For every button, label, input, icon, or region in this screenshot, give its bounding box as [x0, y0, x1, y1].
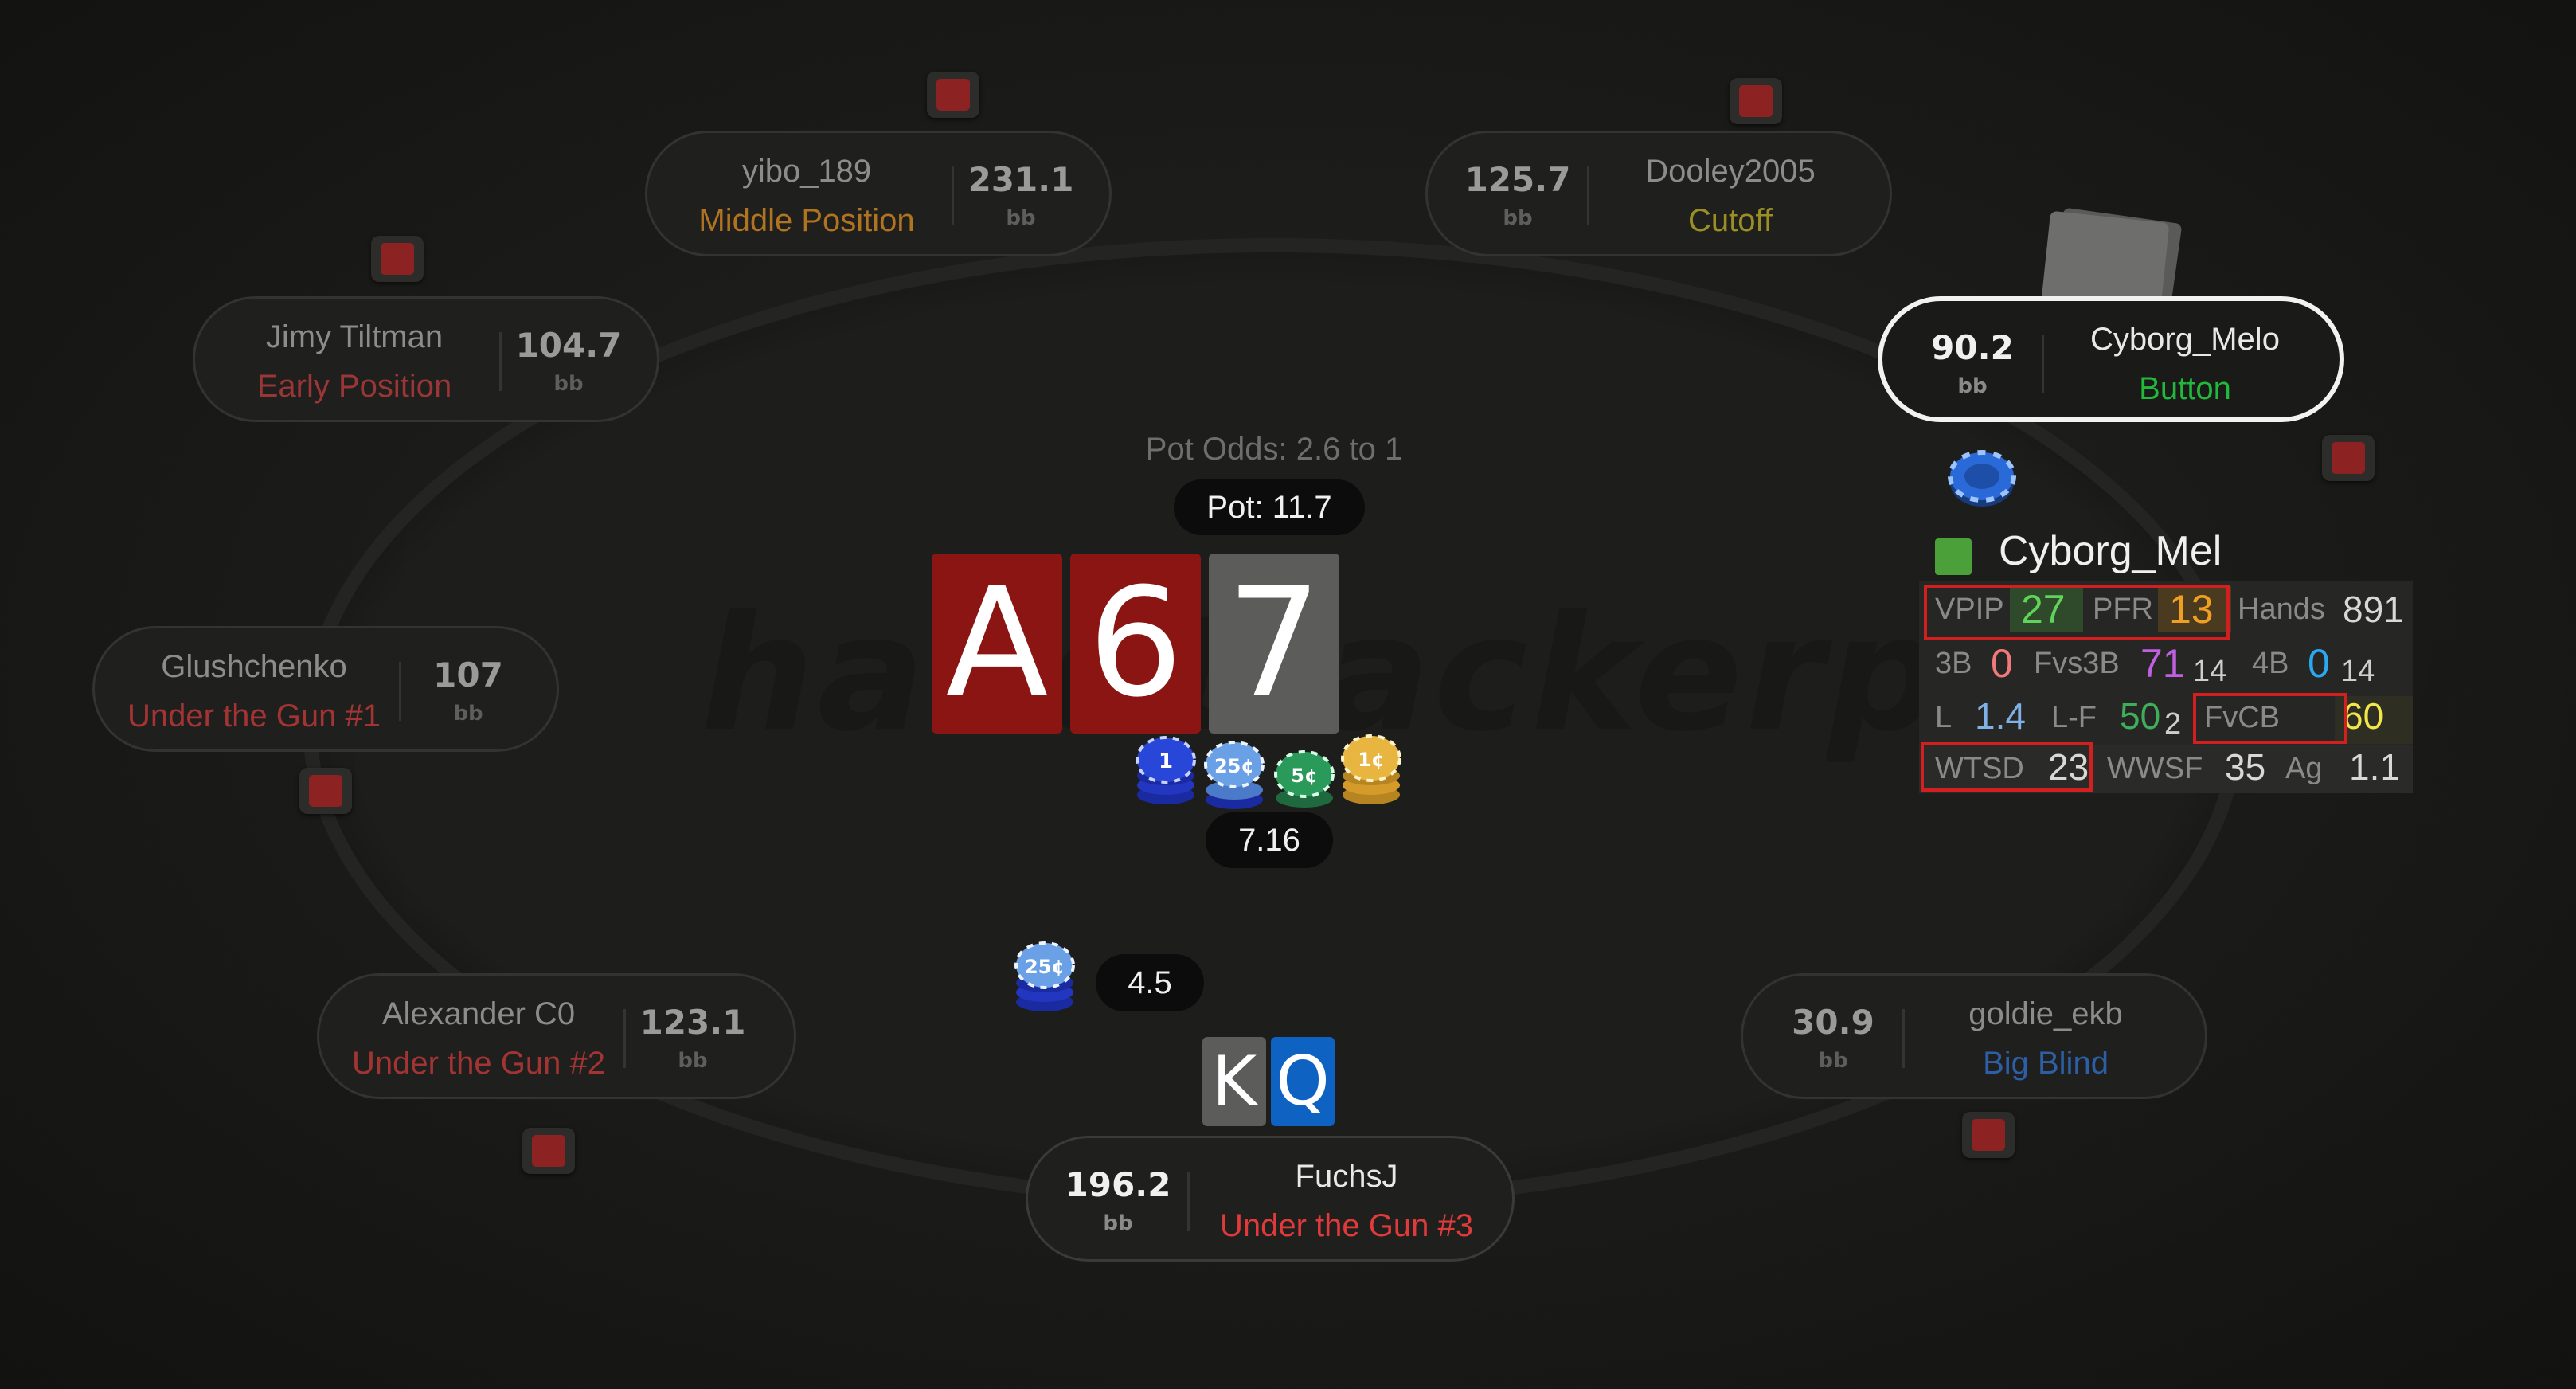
- chip-stack-icon: 25¢: [1014, 941, 1075, 1011]
- chip-label: 1¢: [1358, 749, 1384, 771]
- stack-unit: bb: [553, 372, 584, 396]
- hud-ag-value: 1.1: [2349, 746, 2400, 788]
- stack-size: 196.2: [1065, 1165, 1171, 1204]
- chip-label: 25¢: [1214, 755, 1254, 777]
- hud-ag-label: Ag: [2285, 752, 2323, 785]
- player-position: Big Blind: [1983, 1046, 2109, 1081]
- player-note-marker[interactable]: [927, 72, 979, 118]
- board-card: 6: [1070, 554, 1201, 734]
- divider: [399, 662, 401, 721]
- stack-size: 30.9: [1792, 1003, 1874, 1042]
- hud-fvs3b-count: 14: [2193, 655, 2227, 688]
- board-card: A: [932, 554, 1062, 734]
- hero-bet-amount: 4.5: [1096, 954, 1204, 1011]
- stack-size: 125.7: [1464, 160, 1571, 199]
- center-bet-amount: 7.16: [1206, 812, 1333, 868]
- stack-size: 107: [433, 655, 503, 694]
- seat-goldie-ekb[interactable]: 30.9 bb goldie_ekb Big Blind: [1741, 973, 2207, 1099]
- hud-fvcb-value: 60: [2343, 695, 2384, 737]
- player-position: Cutoff: [1688, 203, 1773, 238]
- hero-hole-card: Q: [1271, 1037, 1335, 1126]
- player-name: yibo_189: [741, 154, 872, 189]
- highlight-fvcb: [2193, 693, 2347, 744]
- hud-fvs3b-value: 71: [2140, 641, 2185, 686]
- player-name: Alexander C0: [381, 996, 576, 1031]
- hud-player-name[interactable]: Cyborg_Mel: [1999, 527, 2222, 575]
- seat-jimy-tiltman[interactable]: Jimy Tiltman Early Position 104.7 bb: [193, 296, 659, 422]
- stack-size: 231.1: [967, 160, 1074, 199]
- stack-size: 104.7: [515, 326, 622, 365]
- stack-unit: bb: [1957, 374, 1988, 398]
- stack-size: 90.2: [1931, 328, 2014, 367]
- player-position: Middle Position: [698, 203, 915, 238]
- hud-3b-label: 3B: [1935, 647, 1972, 680]
- seat-yibo-189[interactable]: yibo_189 Middle Position 231.1 bb: [645, 131, 1112, 256]
- player-name: FuchsJ: [1295, 1159, 1398, 1194]
- stack-unit: bb: [1103, 1211, 1133, 1235]
- hud-3b-value: 0: [1991, 641, 2013, 686]
- player-name: goldie_ekb: [1968, 996, 2123, 1031]
- stack-unit: bb: [678, 1049, 708, 1073]
- player-position: Under the Gun #2: [352, 1046, 605, 1081]
- hud-hands-value: 891: [2343, 589, 2404, 630]
- player-name: Dooley2005: [1645, 154, 1816, 189]
- chip-stack-icon: 25¢: [1204, 741, 1265, 809]
- seat-fuchsj-hero[interactable]: 196.2 bb FuchsJ Under the Gun #3: [1026, 1136, 1515, 1262]
- divider: [623, 1009, 626, 1068]
- player-position: Early Position: [256, 369, 452, 404]
- board-card: 7: [1209, 554, 1339, 734]
- player-note-marker[interactable]: [522, 1128, 575, 1174]
- hud-lf-count: 2: [2164, 707, 2182, 741]
- seat-cyborg-melo[interactable]: 90.2 bb Cyborg_Melo Button: [1878, 296, 2344, 422]
- stack-unit: bb: [1503, 206, 1533, 230]
- dealer-button-icon: [1948, 450, 2016, 507]
- player-position: Button: [2139, 371, 2231, 406]
- hero-hole-card: K: [1202, 1037, 1266, 1126]
- player-position: Under the Gun #1: [127, 698, 381, 734]
- player-note-marker[interactable]: [1962, 1112, 2015, 1158]
- divider: [1187, 1172, 1190, 1231]
- hud-l-label: L: [1935, 701, 1953, 734]
- highlight-wtsd: [1921, 742, 2093, 792]
- hud-wwsf-value: 35: [2225, 746, 2266, 788]
- pot-amount: Pot: 11.7: [1174, 479, 1365, 535]
- highlight-vpip-pfr: [1924, 585, 2230, 640]
- hud-lf-label: L-F: [2051, 701, 2097, 734]
- stack-size: 123.1: [639, 1003, 746, 1042]
- player-note-marker[interactable]: [1730, 78, 1782, 124]
- player-position: Under the Gun #3: [1220, 1208, 1473, 1243]
- seat-glushchenko[interactable]: Glushchenko Under the Gun #1 107 bb: [92, 626, 559, 752]
- chip-label: 1: [1159, 749, 1173, 773]
- player-name: Jimy Tiltman: [265, 319, 444, 354]
- chip-label: 5¢: [1291, 765, 1317, 787]
- divider: [499, 332, 502, 391]
- stack-unit: bb: [453, 702, 483, 726]
- player-name: Glushchenko: [161, 649, 347, 684]
- hud-player-color-tag[interactable]: [1935, 538, 1972, 575]
- divider: [952, 166, 954, 225]
- chip-stack-icon: 1¢: [1341, 734, 1401, 804]
- chip-stack-icon: 1: [1136, 736, 1196, 804]
- stack-unit: bb: [1818, 1049, 1848, 1073]
- hud-4b-label: 4B: [2252, 647, 2289, 680]
- seat-alexander-c0[interactable]: Alexander C0 Under the Gun #2 123.1 bb: [317, 973, 796, 1099]
- hud-fvs3b-label: Fvs3B: [2034, 647, 2120, 680]
- seat-dooley2005[interactable]: 125.7 bb Dooley2005 Cutoff: [1425, 131, 1892, 256]
- player-note-marker[interactable]: [2322, 435, 2375, 481]
- chip-stack-icon: 5¢: [1274, 750, 1335, 808]
- stack-unit: bb: [1006, 206, 1036, 230]
- hud-lf-value: 50: [2120, 695, 2161, 737]
- player-note-marker[interactable]: [371, 236, 424, 282]
- player-note-marker[interactable]: [299, 768, 352, 814]
- hud-l-value: 1.4: [1975, 695, 2026, 737]
- hud-4b-value: 0: [2308, 641, 2330, 686]
- player-name: Cyborg_Melo: [2090, 322, 2280, 357]
- chip-label: 25¢: [1025, 956, 1065, 978]
- hud-hands-label: Hands: [2238, 593, 2325, 626]
- hud-4b-count: 14: [2341, 655, 2375, 688]
- hud-wwsf-label: WWSF: [2107, 752, 2203, 785]
- pot-odds-label: Pot Odds: 2.6 to 1: [1145, 432, 1403, 467]
